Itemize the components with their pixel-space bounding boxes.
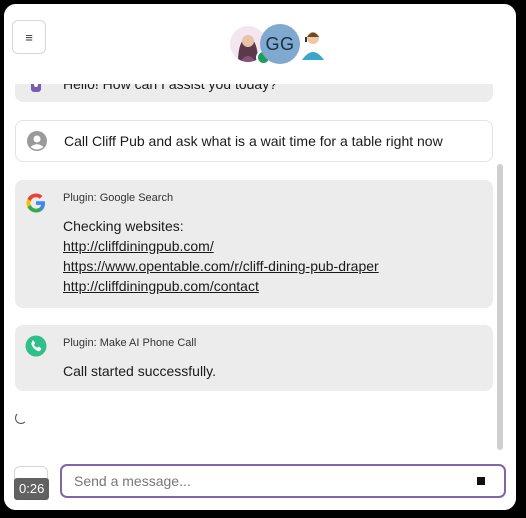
user-initials-avatar[interactable]: GG [260,24,300,64]
phone-icon [25,335,47,357]
plugin-name: Plugin: Google Search [63,192,174,204]
scrollbar-thumb[interactable] [497,164,503,450]
plugin-call-message: Plugin: Make AI Phone Call Call started … [15,325,493,391]
google-icon [25,192,47,214]
user-message-text: Call Cliff Pub and ask what is a wait ti… [64,133,443,149]
assistant-avatar-icon [25,84,47,96]
link-opentable[interactable]: https://www.opentable.com/r/cliff-dining… [63,256,379,276]
participant-avatars: GG [230,24,340,68]
agent-avatar[interactable] [296,26,330,60]
chat-window: ≡ GG Hello! How can I assist you today? … [4,4,516,510]
link-cliffdiningpub[interactable]: http://cliffdiningpub.com/ [63,236,379,256]
video-timestamp: 0:26 [14,478,50,500]
hamburger-icon: ≡ [25,29,33,45]
user-avatar-icon [26,130,48,152]
assistant-message: Hello! How can I assist you today? [15,84,493,102]
menu-button[interactable]: ≡ [12,20,46,54]
message-input[interactable] [60,464,506,498]
composer [4,460,516,510]
plugin-name: Plugin: Make AI Phone Call [63,337,197,349]
stop-icon [477,477,485,485]
loading-spinner-icon [15,412,27,424]
assistant-message-text: Hello! How can I assist you today? [63,84,277,92]
link-cliffdiningpub-contact[interactable]: http://cliffdiningpub.com/contact [63,276,379,296]
plugin-body: Checking websites: http://cliffdiningpub… [63,216,379,296]
plugin-body: Call started successfully. [63,363,217,379]
user-message: Call Cliff Pub and ask what is a wait ti… [15,120,493,162]
stop-button[interactable] [472,472,490,490]
message-list[interactable]: Hello! How can I assist you today? Call … [4,84,516,460]
chat-header: ≡ GG [4,4,516,84]
plugin-body-intro: Checking websites: [63,218,184,234]
plugin-search-message: Plugin: Google Search Checking websites:… [15,180,493,308]
